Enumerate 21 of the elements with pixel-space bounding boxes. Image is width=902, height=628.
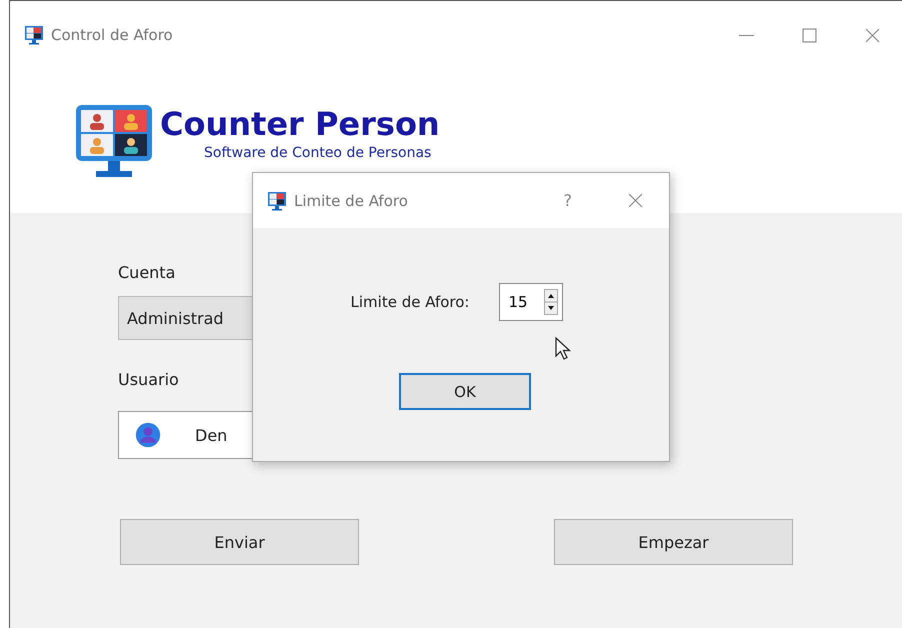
app-icon bbox=[267, 190, 287, 210]
logo-icon bbox=[76, 105, 152, 177]
ok-button[interactable]: OK bbox=[399, 373, 531, 410]
cursor-icon bbox=[555, 337, 571, 361]
close-icon[interactable] bbox=[628, 193, 643, 208]
app-icon bbox=[24, 25, 44, 45]
app-subtitle: Software de Conteo de Personas bbox=[204, 145, 432, 161]
app-title: Counter Person bbox=[160, 105, 440, 143]
window-title: Control de Aforo bbox=[51, 26, 173, 44]
close-icon[interactable] bbox=[865, 28, 880, 42]
field-label: Usuario bbox=[118, 370, 179, 389]
limit-spinbox[interactable]: 15 bbox=[499, 283, 564, 321]
help-button[interactable]: ? bbox=[564, 191, 572, 210]
avatar-icon bbox=[135, 422, 161, 448]
action-button[interactable]: Empezar bbox=[554, 519, 793, 565]
field-label: Cuenta bbox=[118, 263, 176, 282]
maximize-icon[interactable] bbox=[802, 28, 817, 42]
dialog-title: Limite de Aforo bbox=[294, 192, 408, 210]
limit-label: Limite de Aforo: bbox=[350, 293, 470, 311]
action-button[interactable]: Enviar bbox=[120, 519, 359, 565]
spin-arrows-icon[interactable] bbox=[544, 289, 558, 315]
